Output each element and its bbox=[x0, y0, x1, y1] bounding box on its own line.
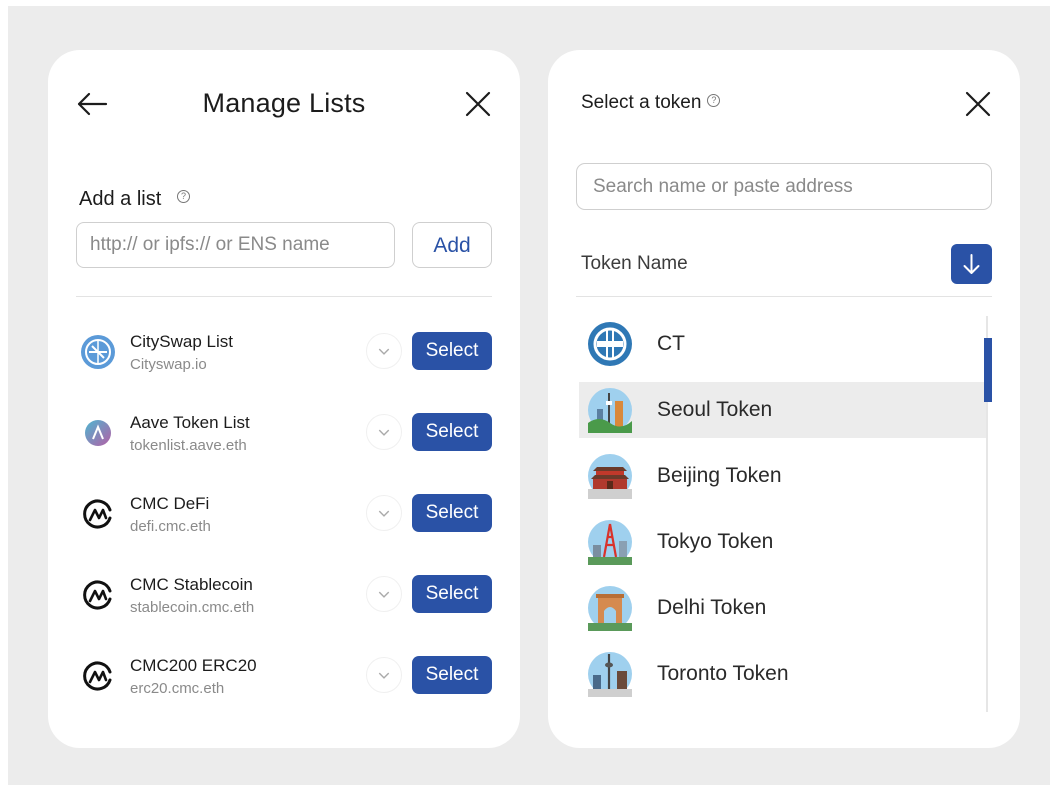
cmc-logo-icon bbox=[83, 661, 112, 691]
token-name: CT bbox=[657, 332, 685, 355]
token-row-delhi[interactable]: Delhi Token bbox=[579, 580, 986, 636]
select-token-title-text: Select a token bbox=[581, 92, 702, 113]
list-item: CMC Stablecoin stablecoin.cmc.eth Select bbox=[76, 565, 492, 625]
list-item: CitySwap List Cityswap.io Select bbox=[76, 322, 492, 382]
list-url: Cityswap.io bbox=[130, 356, 207, 373]
select-token-title: Select a token? bbox=[581, 92, 721, 114]
list-url: stablecoin.cmc.eth bbox=[130, 599, 255, 616]
scrollbar-thumb[interactable] bbox=[984, 338, 992, 402]
delhi-city-icon bbox=[588, 586, 632, 631]
token-search-input[interactable] bbox=[576, 163, 992, 210]
select-button[interactable]: Select bbox=[412, 413, 492, 451]
token-row-ct[interactable]: CT bbox=[579, 316, 986, 372]
token-row-toronto[interactable]: Toronto Token bbox=[579, 646, 986, 702]
sort-down-arrow-icon[interactable] bbox=[951, 244, 992, 284]
aave-logo-icon bbox=[85, 420, 111, 446]
token-name: Tokyo Token bbox=[657, 530, 774, 553]
tokyo-city-icon bbox=[588, 520, 632, 565]
token-name: Delhi Token bbox=[657, 596, 767, 619]
list-url-input[interactable] bbox=[76, 222, 395, 268]
token-name: Toronto Token bbox=[657, 662, 789, 685]
select-button[interactable]: Select bbox=[412, 494, 492, 532]
add-list-label: Add a list ? bbox=[79, 188, 190, 211]
select-button[interactable]: Select bbox=[412, 656, 492, 694]
token-list: CT Seoul Token Beijing Token Tokyo Token… bbox=[576, 316, 992, 712]
manage-lists-title: Manage Lists bbox=[202, 88, 366, 118]
list-name: CMC DeFi bbox=[130, 494, 210, 513]
help-icon[interactable]: ? bbox=[707, 94, 721, 107]
token-row-tokyo[interactable]: Tokyo Token bbox=[579, 514, 986, 570]
select-button[interactable]: Select bbox=[412, 575, 492, 613]
token-name: Beijing Token bbox=[657, 464, 782, 487]
ct-logo-icon bbox=[588, 322, 632, 366]
cmc-logo-icon bbox=[83, 499, 112, 529]
list-item: Aave Token List tokenlist.aave.eth Selec… bbox=[76, 403, 492, 463]
close-icon[interactable] bbox=[964, 90, 992, 118]
divider bbox=[76, 296, 492, 297]
list-name: CMC Stablecoin bbox=[130, 575, 253, 594]
seoul-city-icon bbox=[588, 388, 632, 433]
list-item: CMC200 ERC20 erc20.cmc.eth Select bbox=[76, 646, 492, 706]
close-icon[interactable] bbox=[464, 90, 492, 118]
token-row-seoul[interactable]: Seoul Token bbox=[579, 382, 986, 438]
add-list-label-text: Add a list bbox=[79, 188, 162, 210]
chevron-down-icon[interactable] bbox=[366, 495, 402, 531]
list-url: erc20.cmc.eth bbox=[130, 680, 225, 697]
list-url: tokenlist.aave.eth bbox=[130, 437, 247, 454]
cityswap-logo-icon bbox=[81, 335, 115, 369]
manage-lists-panel: Manage Lists Add a list ? Add CitySwap L… bbox=[48, 50, 520, 748]
chevron-down-icon[interactable] bbox=[366, 657, 402, 693]
add-list-button[interactable]: Add bbox=[412, 222, 492, 268]
beijing-city-icon bbox=[588, 454, 632, 499]
select-token-panel: Select a token? Token Name CT bbox=[548, 50, 1020, 748]
chevron-down-icon[interactable] bbox=[366, 576, 402, 612]
list-name: CMC200 ERC20 bbox=[130, 656, 257, 675]
list-item: CMC DeFi defi.cmc.eth Select bbox=[76, 484, 492, 544]
select-button[interactable]: Select bbox=[412, 332, 492, 370]
help-icon[interactable]: ? bbox=[177, 190, 190, 203]
cmc-logo-icon bbox=[83, 580, 112, 610]
list-name: CitySwap List bbox=[130, 332, 233, 351]
divider bbox=[576, 296, 992, 297]
list-url: defi.cmc.eth bbox=[130, 518, 211, 535]
chevron-down-icon[interactable] bbox=[366, 333, 402, 369]
list-name: Aave Token List bbox=[130, 413, 250, 432]
chevron-down-icon[interactable] bbox=[366, 414, 402, 450]
token-row-beijing[interactable]: Beijing Token bbox=[579, 448, 986, 504]
toronto-city-icon bbox=[588, 652, 632, 697]
token-name-column-header: Token Name bbox=[581, 253, 688, 274]
token-name: Seoul Token bbox=[657, 398, 773, 421]
